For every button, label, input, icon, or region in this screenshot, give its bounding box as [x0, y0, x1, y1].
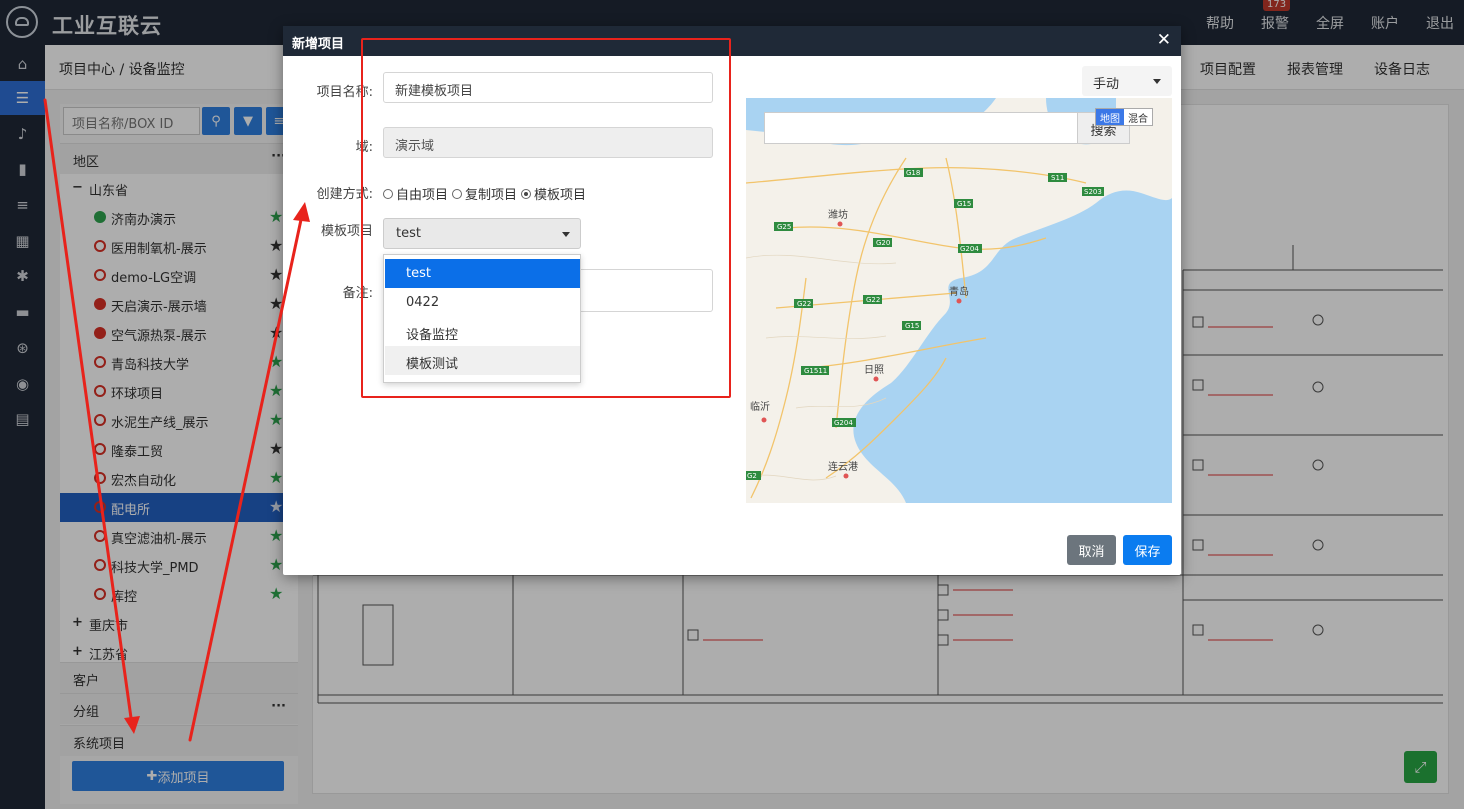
- arrowhead-up: [293, 202, 310, 222]
- annotation-arrows: [43, 98, 310, 742]
- annotation-arrow-up: [188, 213, 304, 742]
- arrowhead-down: [124, 716, 140, 734]
- annotation-arrow-down: [43, 98, 134, 727]
